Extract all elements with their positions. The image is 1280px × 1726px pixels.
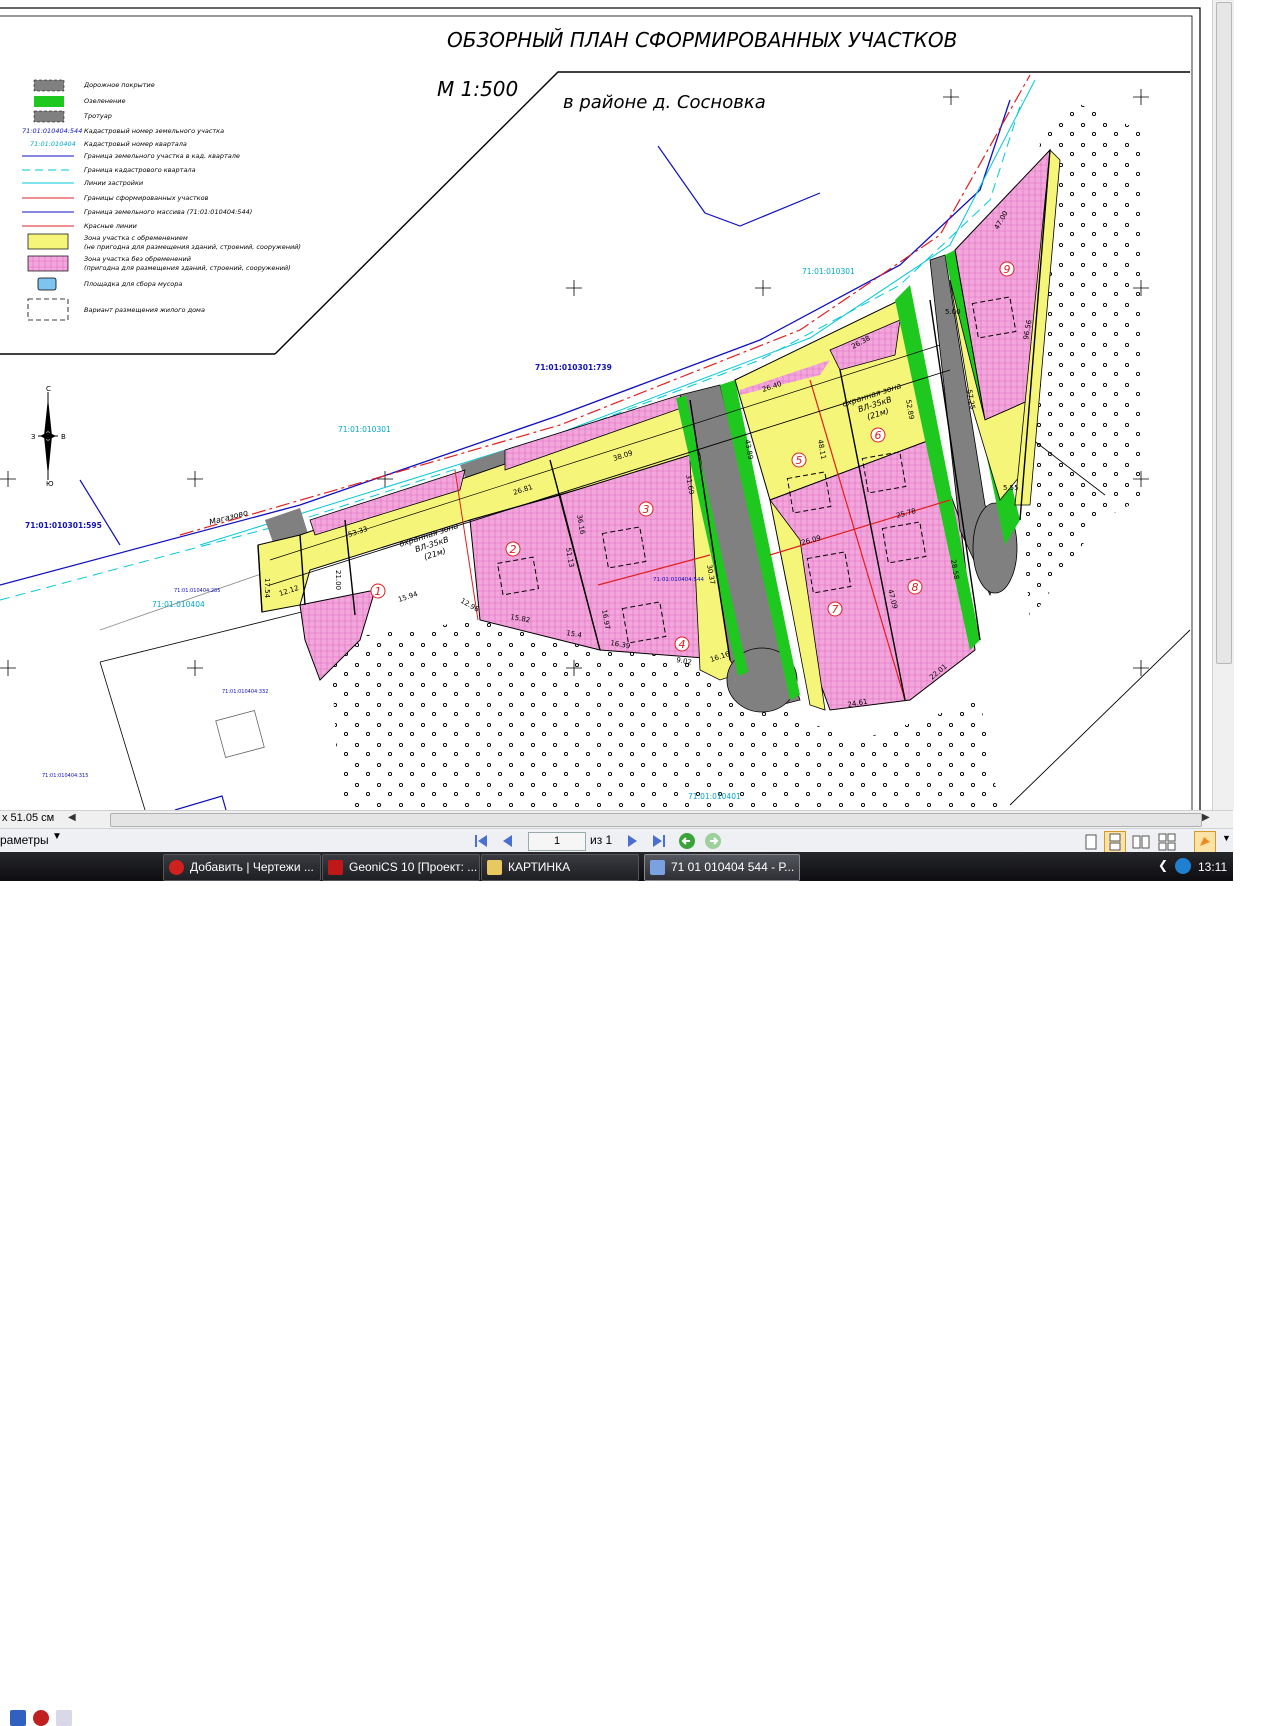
svg-text:17.54: 17.54 (263, 578, 271, 599)
svg-text:Вариант размещения жилого дома: Вариант размещения жилого дома (84, 306, 205, 314)
svg-text:6: 6 (875, 429, 882, 442)
task-geonics[interactable]: GeoniCS 10 [Проект: ... (322, 854, 480, 881)
svg-text:5.55: 5.55 (1003, 484, 1019, 492)
tray-app-icon[interactable] (1175, 858, 1191, 874)
clock[interactable]: 13:11 (1198, 860, 1227, 874)
svg-text:71:01:010404:285: 71:01:010404:285 (174, 588, 220, 594)
last-page-icon[interactable] (650, 832, 668, 850)
folder-icon (487, 860, 502, 875)
opera-quicklaunch-icon[interactable] (33, 1710, 49, 1726)
facing-view-icon[interactable] (1130, 831, 1152, 853)
geonics-icon (328, 860, 343, 875)
legend: Дорожное покрытие Озеленение Тротуар 71:… (22, 79, 301, 321)
svg-text:С: С (46, 385, 51, 393)
tray-expand-icon[interactable]: ❮ (1158, 858, 1174, 874)
svg-text:(пригодна для размещения здани: (пригодна для размещения зданий, строени… (84, 264, 291, 272)
svg-text:Озеленение: Озеленение (84, 97, 125, 105)
opera-icon (169, 860, 184, 875)
pan-tool-icon[interactable] (1194, 831, 1216, 853)
svg-text:9: 9 (1004, 263, 1011, 276)
svg-text:Граница земельного участка в к: Граница земельного участка в кад. кварта… (84, 152, 240, 160)
svg-text:8: 8 (912, 581, 919, 594)
svg-text:З: З (31, 433, 36, 441)
svg-text:7: 7 (832, 603, 839, 616)
svg-text:3: 3 (643, 503, 650, 516)
coordinate-readout: x 51.05 см (2, 812, 55, 824)
view-dropdown-icon[interactable]: ▼ (1222, 833, 1231, 843)
single-page-view-icon[interactable] (1080, 831, 1102, 853)
viewer-toolbar: раметры ▼ 1 из 1 ▼ (0, 828, 1233, 853)
svg-text:1: 1 (375, 585, 382, 598)
scroll-left-icon[interactable]: ◀ (68, 812, 76, 823)
svg-text:71:01:010404:544: 71:01:010404:544 (22, 127, 82, 135)
svg-text:71:01:010404:315: 71:01:010404:315 (42, 773, 88, 779)
svg-text:71:01:010301:739: 71:01:010301:739 (535, 363, 612, 372)
forward-icon[interactable] (704, 832, 722, 850)
vertical-scroll-thumb[interactable] (1216, 2, 1232, 664)
svg-text:В: В (61, 433, 66, 441)
svg-text:Дорожное покрытие: Дорожное покрытие (83, 81, 155, 89)
svg-text:21.00: 21.00 (334, 570, 342, 590)
svg-text:Кадастровый номер квартала: Кадастровый номер квартала (84, 140, 187, 148)
prev-page-icon[interactable] (498, 832, 516, 850)
svg-text:5: 5 (796, 454, 803, 467)
network-quicklaunch-icon[interactable] (56, 1710, 72, 1726)
task-image-viewer[interactable]: 71 01 010404 544 - Р... (644, 854, 800, 881)
first-page-icon[interactable] (472, 832, 490, 850)
svg-text:71:01:010301: 71:01:010301 (802, 267, 855, 276)
svg-text:Линии застройки: Линии застройки (83, 179, 143, 187)
image-viewer-icon (650, 860, 665, 875)
params-menu[interactable]: раметры (0, 833, 49, 847)
page-total: из 1 (590, 833, 613, 847)
svg-text:71:01:010301:595: 71:01:010301:595 (25, 521, 102, 530)
svg-text:Кадастровый номер земельного у: Кадастровый номер земельного участка (84, 127, 224, 135)
params-dropdown-icon[interactable]: ▼ (52, 831, 62, 842)
site-plan: С Ю З В ОБЗОРНЫЙ ПЛАН СФОРМИРОВАННЫХ УЧА… (0, 7, 1201, 810)
task-folder[interactable]: КАРТИНКА (481, 854, 639, 881)
next-page-icon[interactable] (624, 832, 642, 850)
svg-text:71:01:010301: 71:01:010301 (338, 425, 391, 434)
grid-view-icon[interactable] (1156, 831, 1178, 853)
svg-text:Граница земельного массива (71: Граница земельного массива (71:01:010404… (84, 208, 252, 216)
show-desktop-icon[interactable] (10, 1710, 26, 1726)
svg-text:15.94: 15.94 (397, 590, 419, 604)
windows-taskbar: Добавить | Чертежи ... GeoniCS 10 [Проек… (0, 852, 1233, 1726)
svg-text:Тротуар: Тротуар (84, 112, 112, 120)
svg-text:71:01:010401: 71:01:010401 (688, 792, 741, 801)
svg-text:Площадка для сбора мусора: Площадка для сбора мусора (84, 280, 182, 288)
svg-text:71:01:010404: 71:01:010404 (152, 600, 205, 609)
svg-text:2: 2 (510, 543, 517, 556)
svg-text:(не пригодна для размещения зд: (не пригодна для размещения зданий, стро… (84, 243, 301, 251)
task-opera[interactable]: Добавить | Чертежи ... (163, 854, 321, 881)
document-viewer: С Ю З В ОБЗОРНЫЙ ПЛАН СФОРМИРОВАННЫХ УЧА… (0, 0, 1234, 1726)
svg-text:Зона участка без обременений: Зона участка без обременений (84, 255, 191, 263)
svg-text:71:01:010404:544: 71:01:010404:544 (653, 577, 705, 583)
svg-text:Зона участка с обременением: Зона участка с обременением (84, 234, 188, 242)
svg-text:Граница кадастрового квартала: Граница кадастрового квартала (84, 166, 196, 174)
scale-label: М 1:500 (437, 77, 518, 101)
svg-text:71:01:010404: 71:01:010404 (30, 140, 76, 148)
drawing-canvas[interactable]: С Ю З В ОБЗОРНЫЙ ПЛАН СФОРМИРОВАННЫХ УЧА… (0, 0, 1212, 810)
plan-title: ОБЗОРНЫЙ ПЛАН СФОРМИРОВАННЫХ УЧАСТКОВ (447, 28, 957, 52)
page-number-input[interactable]: 1 (528, 832, 586, 851)
svg-text:5.00: 5.00 (945, 308, 961, 316)
scroll-right-icon[interactable]: ▶ (1202, 812, 1210, 823)
location-label: в районе д. Сосновка (563, 92, 766, 113)
continuous-view-icon[interactable] (1104, 831, 1126, 853)
horizontal-scrollbar[interactable]: x 51.05 см ◀ ▶ (0, 810, 1233, 829)
back-icon[interactable] (678, 832, 696, 850)
compass-rose: С Ю З В (31, 385, 66, 488)
svg-text:71:01:010404:332: 71:01:010404:332 (222, 689, 268, 695)
svg-text:Красные линии: Красные линии (84, 222, 137, 230)
svg-text:4: 4 (679, 638, 686, 651)
svg-text:Ю: Ю (46, 480, 54, 488)
horizontal-scroll-thumb[interactable] (110, 813, 1202, 827)
svg-text:Границы сформированных участко: Границы сформированных участков (84, 194, 209, 202)
vertical-scrollbar[interactable] (1212, 0, 1234, 810)
